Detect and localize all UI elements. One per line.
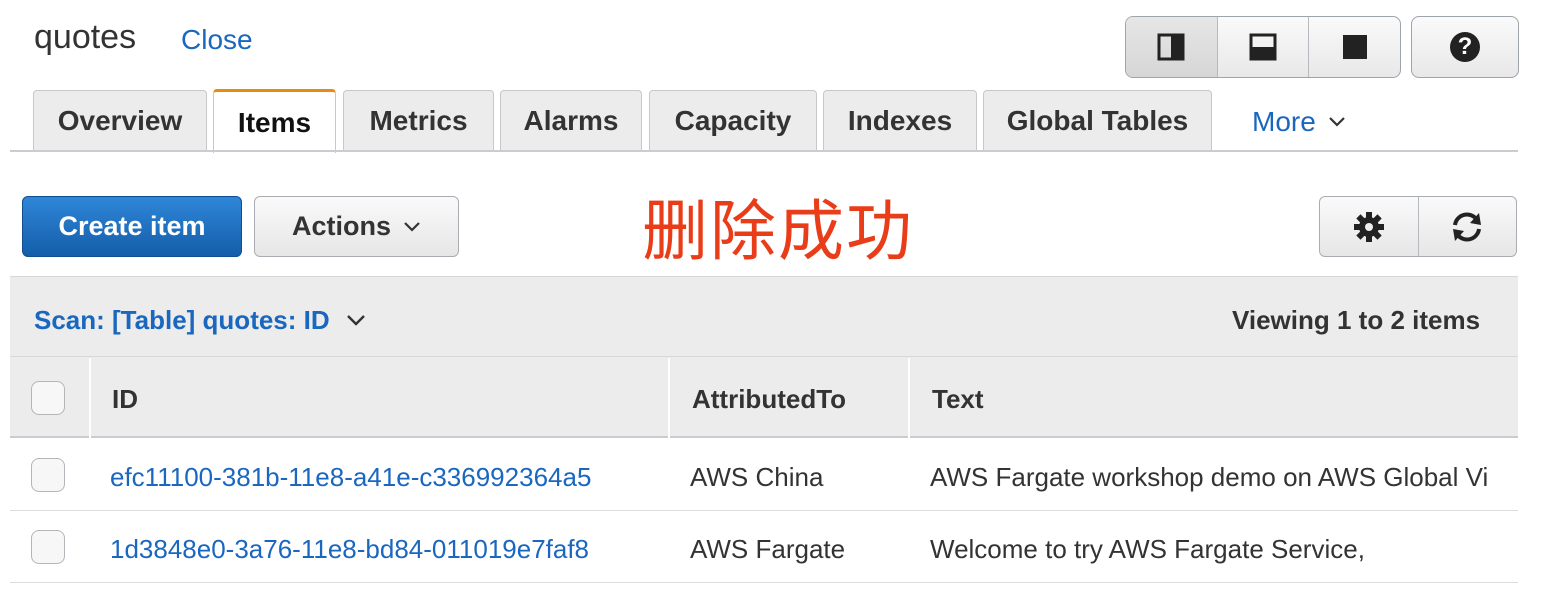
select-all-checkbox[interactable] (31, 381, 65, 415)
refresh-icon (1453, 212, 1482, 241)
tab-more[interactable]: More (1252, 106, 1346, 138)
chevron-down-icon (404, 221, 420, 232)
cell-text: Welcome to try AWS Fargate Service, (930, 534, 1365, 564)
cell-attributedto: AWS China (690, 462, 824, 492)
tab-alarms[interactable]: Alarms (500, 90, 642, 150)
help-button[interactable]: ? (1411, 16, 1519, 78)
column-header-text[interactable]: Text (932, 384, 984, 415)
chevron-down-icon (346, 315, 365, 326)
full-view-icon (1342, 35, 1367, 59)
tab-overview[interactable]: Overview (33, 90, 207, 150)
scan-label: Scan: [Table] quotes: ID (34, 305, 330, 335)
row-divider (10, 510, 1518, 511)
layout-toggle-group (1125, 16, 1401, 78)
more-label: More (1252, 106, 1316, 137)
split-horizontal-icon (1249, 33, 1277, 61)
tab-indexes[interactable]: Indexes (823, 90, 977, 150)
column-divider (89, 358, 91, 438)
tab-capacity[interactable]: Capacity (649, 90, 817, 150)
full-view-button[interactable] (1308, 17, 1400, 77)
success-message: 删除成功 (642, 194, 914, 268)
split-horizontal-button[interactable] (1216, 17, 1309, 77)
settings-button[interactable] (1320, 197, 1418, 256)
actions-label: Actions (291, 211, 391, 241)
tab-metrics[interactable]: Metrics (343, 90, 494, 150)
help-icon: ? (1450, 32, 1480, 62)
table-title: quotes (34, 18, 137, 56)
viewing-count: Viewing 1 to 2 items (1232, 305, 1481, 335)
row-checkbox[interactable] (31, 530, 65, 564)
column-divider (668, 358, 670, 438)
row-divider (10, 582, 1518, 583)
item-id-link[interactable]: 1d3848e0-3a76-11e8-bd84-011019e7faf8 (110, 534, 589, 565)
gear-icon (1353, 211, 1384, 242)
actions-button[interactable]: Actions (254, 196, 459, 257)
tab-items[interactable]: Items (213, 89, 336, 153)
close-link[interactable]: Close (181, 24, 253, 56)
chevron-down-icon (1329, 117, 1345, 127)
refresh-button[interactable] (1417, 197, 1517, 256)
column-header-id[interactable]: ID (112, 384, 138, 415)
column-divider (908, 358, 910, 438)
item-id-link[interactable]: efc11100-381b-11e8-a41e-c336992364a5 (110, 462, 591, 493)
split-vertical-icon (1157, 33, 1185, 61)
cell-text: AWS Fargate workshop demo on AWS Global … (930, 462, 1489, 492)
table-tools-group (1319, 196, 1517, 257)
tabs-divider (10, 150, 1518, 152)
tab-global-tables[interactable]: Global Tables (983, 90, 1212, 150)
create-item-button[interactable]: Create item (22, 196, 242, 257)
column-header-attributedto[interactable]: AttributedTo (692, 384, 846, 415)
row-checkbox[interactable] (31, 458, 65, 492)
split-vertical-button[interactable] (1126, 17, 1217, 77)
scan-selector[interactable]: Scan: [Table] quotes: ID (34, 305, 366, 336)
cell-attributedto: AWS Fargate (690, 534, 846, 564)
